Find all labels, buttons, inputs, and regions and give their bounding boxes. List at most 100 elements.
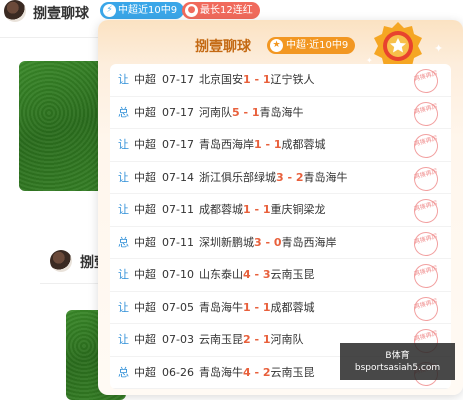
home-team: 北京国安 bbox=[199, 73, 243, 86]
match-teams: 成都蓉城1 - 1重庆铜梁龙 bbox=[199, 194, 326, 227]
match-date: 07-17 bbox=[162, 138, 194, 151]
league: 中超 bbox=[134, 268, 156, 281]
match-date: 07-05 bbox=[162, 300, 194, 314]
record-popup: 捌壹聊球 ★ 中超·近10中9 ✦ ✦ 让中超 07-17 北京国安1 - 1辽宁铁… bbox=[98, 20, 463, 395]
home-team: 浙江俱乐部绿城 bbox=[199, 170, 276, 184]
record-row[interactable]: 让中超 07-10 山东泰山4 - 3云南玉昆 再接再厉 bbox=[110, 259, 451, 292]
result-stamp-icon: 再接再厉 bbox=[411, 98, 441, 129]
score-separator: - bbox=[261, 138, 274, 151]
away-team: 重庆铜梁龙 bbox=[270, 203, 326, 216]
match-date: 07-11 bbox=[162, 203, 194, 216]
record-row[interactable]: 总中超 07-11 深圳新鹏城3 - 0青岛西海岸 再接再厉 bbox=[110, 227, 451, 260]
match-date: 07-10 bbox=[162, 268, 194, 281]
record-row[interactable]: 让中超 07-11 成都蓉城1 - 1重庆铜梁龙 再接再厉 bbox=[110, 194, 451, 227]
streak-tag-recent[interactable]: ⚡ 中超近10中9 bbox=[100, 2, 185, 19]
flame-icon: ● bbox=[185, 4, 198, 17]
streak-tag-longest[interactable]: ● 最长12连红 bbox=[182, 2, 260, 19]
away-team: 青岛海牛 bbox=[303, 170, 348, 184]
watermark-line2: bsportsasiah5.com bbox=[354, 363, 441, 373]
league: 中超 bbox=[134, 170, 156, 184]
away-score: 1 bbox=[262, 300, 271, 314]
home-score: 2 bbox=[243, 333, 251, 346]
away-score: 1 bbox=[262, 333, 271, 346]
home-score: 1 bbox=[243, 73, 251, 86]
record-row[interactable]: 让中超 07-05 青岛海牛1 - 1成都蓉城 再接再厉 bbox=[110, 292, 451, 325]
home-score: 4 bbox=[243, 365, 251, 379]
away-score: 1 bbox=[251, 105, 260, 119]
sparkle-icon: ✦ bbox=[434, 42, 444, 55]
bet-type: 让 bbox=[118, 268, 129, 281]
home-score: 1 bbox=[243, 300, 251, 314]
home-team: 山东泰山 bbox=[199, 268, 243, 281]
score-separator: - bbox=[250, 203, 263, 216]
match-date: 07-17 bbox=[162, 105, 194, 119]
home-score: 3 bbox=[276, 170, 284, 184]
home-score: 4 bbox=[243, 268, 251, 281]
home-team: 河南队 bbox=[199, 105, 232, 119]
away-score: 3 bbox=[262, 268, 271, 281]
match-teams: 云南玉昆2 - 1河南队 bbox=[199, 324, 304, 357]
bet-type: 让 bbox=[118, 333, 129, 346]
home-team: 云南玉昆 bbox=[199, 333, 243, 346]
tag-label: 最长12连红 bbox=[200, 5, 253, 16]
lightning-icon: ⚡ bbox=[103, 4, 116, 17]
away-score: 2 bbox=[262, 365, 271, 379]
away-score: 1 bbox=[262, 73, 271, 86]
match-date: 07-14 bbox=[162, 170, 194, 184]
bet-type: 让 bbox=[118, 170, 129, 184]
star-icon: ★ bbox=[270, 39, 283, 52]
home-score: 3 bbox=[254, 235, 262, 249]
away-team: 云南玉昆 bbox=[270, 365, 315, 379]
home-score: 1 bbox=[254, 138, 262, 151]
bet-type: 让 bbox=[118, 138, 129, 151]
home-score: 1 bbox=[243, 203, 251, 216]
bet-type: 让 bbox=[118, 300, 129, 314]
away-team: 成都蓉城 bbox=[281, 138, 326, 151]
away-score: 1 bbox=[273, 138, 282, 151]
league: 中超 bbox=[134, 300, 156, 314]
score-separator: - bbox=[250, 268, 263, 281]
match-teams: 山东泰山4 - 3云南玉昆 bbox=[199, 259, 315, 292]
home-team: 深圳新鹏城 bbox=[199, 235, 254, 249]
match-teams: 北京国安1 - 1辽宁铁人 bbox=[199, 64, 315, 97]
match-date: 06-26 bbox=[162, 365, 194, 379]
league: 中超 bbox=[134, 235, 156, 249]
league: 中超 bbox=[134, 203, 156, 216]
result-stamp-icon: 再接再厉 bbox=[411, 196, 441, 226]
home-score: 5 bbox=[232, 105, 240, 119]
record-list: 让中超 07-17 北京国安1 - 1辽宁铁人 再接再厉总中超 07-17 河南队5 - … bbox=[110, 64, 451, 389]
record-row[interactable]: 让中超 07-17 青岛西海岸1 - 1成都蓉城 再接再厉 bbox=[110, 129, 451, 162]
result-stamp-icon: 再接再厉 bbox=[411, 66, 441, 96]
league: 中超 bbox=[134, 73, 156, 86]
match-teams: 青岛海牛4 - 2云南玉昆 bbox=[199, 357, 315, 390]
bet-type: 总 bbox=[118, 235, 129, 249]
record-row[interactable]: 让中超 07-14 浙江俱乐部绿城3 - 2青岛海牛 再接再厉 bbox=[110, 162, 451, 194]
avatar[interactable] bbox=[4, 0, 26, 22]
match-teams: 青岛海牛1 - 1成都蓉城 bbox=[199, 292, 315, 325]
popup-title: 捌壹聊球 bbox=[195, 39, 251, 55]
match-date: 07-03 bbox=[162, 333, 194, 346]
result-stamp-icon: 再接再厉 bbox=[411, 293, 441, 324]
league: 中超 bbox=[134, 105, 156, 119]
avatar[interactable] bbox=[50, 250, 72, 272]
score-separator: - bbox=[250, 73, 263, 86]
home-team: 成都蓉城 bbox=[199, 203, 243, 216]
watermark-line1: B体育 bbox=[385, 351, 410, 361]
league: 中超 bbox=[134, 138, 156, 151]
match-teams: 深圳新鹏城3 - 0青岛西海岸 bbox=[199, 227, 337, 260]
away-score: 0 bbox=[273, 235, 282, 249]
record-row[interactable]: 让中超 07-17 北京国安1 - 1辽宁铁人 再接再厉 bbox=[110, 64, 451, 97]
away-score: 2 bbox=[295, 170, 304, 184]
result-stamp-icon: 再接再厉 bbox=[411, 163, 441, 194]
score-separator: - bbox=[250, 365, 263, 379]
result-stamp-icon: 再接再厉 bbox=[411, 228, 441, 259]
bet-type: 让 bbox=[118, 73, 129, 86]
poster-name[interactable]: 捌壹聊球 bbox=[33, 3, 89, 23]
watermark: B体育 bsportsasiah5.com bbox=[340, 343, 455, 380]
bet-type: 总 bbox=[118, 365, 129, 379]
bet-type: 总 bbox=[118, 105, 129, 119]
record-row[interactable]: 总中超 07-17 河南队5 - 1青岛海牛 再接再厉 bbox=[110, 97, 451, 129]
bet-type: 让 bbox=[118, 203, 129, 216]
home-team: 青岛西海岸 bbox=[199, 138, 254, 151]
away-team: 辽宁铁人 bbox=[270, 73, 315, 86]
